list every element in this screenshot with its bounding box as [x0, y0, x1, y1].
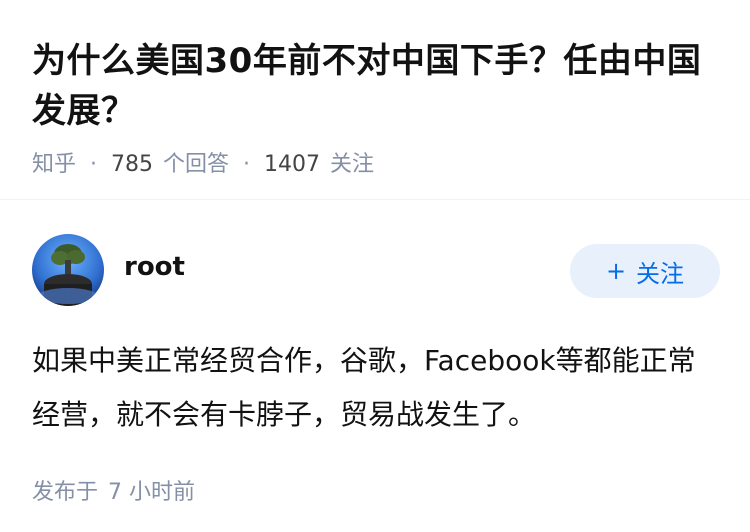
meta-separator: ·	[90, 152, 98, 177]
plus-icon: +	[605, 257, 627, 285]
follower-count: 1407	[264, 152, 321, 177]
question-meta: 知乎 · 785 个回答 · 1407 关注	[32, 150, 718, 180]
answer-content[interactable]: 如果中美正常经贸合作，谷歌，Facebook等都能正常经营，就不会有卡脖子，贸易…	[32, 334, 718, 442]
follower-count-label[interactable]: 关注	[330, 150, 374, 180]
answer-time: 发布于 7 小时前	[32, 478, 718, 508]
author-name[interactable]: root	[124, 252, 570, 282]
meta-separator: ·	[243, 152, 251, 177]
answer-time-prefix: 发布于	[32, 480, 99, 505]
author-row: root + 关注	[32, 234, 720, 306]
follow-button-label: 关注	[636, 259, 685, 288]
answer-count-label[interactable]: 个回答	[163, 150, 229, 180]
answer-time-value: 7 小时前	[108, 480, 196, 505]
question-title[interactable]: 为什么美国30年前不对中国下手？任由中国发展？	[32, 36, 718, 136]
follow-button[interactable]: + 关注	[570, 244, 720, 298]
answer-count: 785	[111, 152, 154, 177]
avatar[interactable]	[32, 234, 104, 306]
source-label[interactable]: 知乎	[32, 150, 76, 180]
question-header: 为什么美国30年前不对中国下手？任由中国发展？ 知乎 · 785 个回答 · 1…	[0, 0, 750, 200]
answer-card: root + 关注 如果中美正常经贸合作，谷歌，Facebook等都能正常经营，…	[0, 200, 750, 508]
avatar-image	[32, 234, 104, 306]
